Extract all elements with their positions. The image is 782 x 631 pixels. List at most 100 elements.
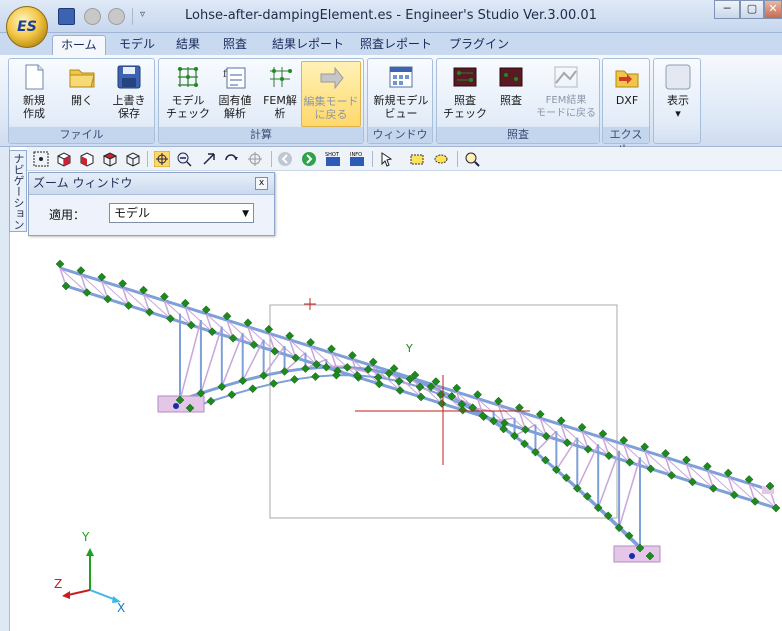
fit-all-icon[interactable] [33,151,49,167]
return-edit-icon [320,66,344,90]
navigation-tab[interactable]: ナビゲーション [9,150,27,232]
view-iso-cube-icon[interactable] [56,151,72,167]
view-front-cube-icon[interactable] [79,151,95,167]
model-check-label-1: モデル [171,94,205,107]
node-marker [61,281,71,291]
new-view-icon [389,66,413,88]
check-button[interactable]: 照査 [491,61,531,127]
zoom-corner-marker [304,298,316,310]
ribbon-group-display: 表示 ▾ [653,58,701,144]
select-box-icon[interactable] [409,151,425,167]
apply-label: 適用： [49,208,86,222]
fem-analysis-button[interactable]: FEM解 析 [259,61,301,127]
eigen-label-2: 解析 [224,107,246,120]
eigen-label-1: 固有値 [218,94,252,107]
save-label-2: 保存 [118,107,140,120]
quick-save-icon[interactable] [58,8,75,25]
screenshot-icon[interactable]: SHOT [325,151,341,167]
node-marker [238,376,248,386]
new-view-label-1: 新規モデル [373,94,429,107]
tab-check[interactable]: 照査 [215,35,255,55]
previous-view-icon[interactable] [277,151,293,167]
tab-result-report[interactable]: 結果レポート [264,35,352,55]
ribbon-group-export: DXF エクスポ… [602,58,650,157]
eigen-analysis-button[interactable]: f 固有値 解析 [213,61,257,127]
node-marker [55,259,65,269]
svg-text:INFO: INFO [350,152,362,158]
ribbon-group-check: 照査 チェック 照査 FEM結果 モードに戻る 照査 [436,58,600,144]
group-label-check: 照査 [437,127,599,143]
model-check-icon [178,67,198,87]
window-title: Lohse-after-dampingElement.es - Engineer… [185,8,597,23]
node-marker [269,379,278,388]
title-bar: ▿ Lohse-after-dampingElement.es - Engine… [0,0,782,33]
qat-divider [132,8,133,25]
select-lasso-icon[interactable] [433,151,449,167]
dxf-export-button[interactable]: DXF [605,61,649,127]
tab-plugin[interactable]: プラグイン [441,35,517,55]
x-axis-label: X [117,601,125,615]
toolbar-divider-4 [457,151,458,167]
pan-icon[interactable] [201,151,217,167]
fem-result-mode-button[interactable]: FEM結果 モードに戻る [535,61,597,127]
new-label-1: 新規 [23,94,45,107]
rotate-icon[interactable] [223,151,239,167]
diagonal-member [179,319,202,401]
display-arrow: ▾ [675,107,681,120]
open-label: 開く [71,94,93,107]
diagonal-member [618,457,641,528]
node-marker [290,375,299,384]
zoom-window-close-button[interactable]: x [255,177,268,190]
find-icon[interactable] [464,151,480,167]
dxf-export-icon [615,70,639,88]
origin-y-label: Y [405,342,413,355]
select-pointer-icon[interactable] [379,151,395,167]
toolbar-divider-2 [271,151,272,167]
minimize-button[interactable]: ─ [714,0,740,19]
view-top-cube-icon[interactable] [102,151,118,167]
zoom-window-icon[interactable] [154,151,170,167]
tab-result[interactable]: 結果 [168,35,208,55]
check-check-button[interactable]: 照査 チェック [441,61,489,127]
crosshair-icon[interactable] [247,151,263,167]
view-wire-cube-icon[interactable] [125,151,141,167]
return-to-edit-mode-button[interactable]: 編集モード に戻る [301,61,361,127]
maximize-button[interactable]: ▢ [740,0,764,19]
ribbon-group-window: 新規モデル ビュー ウィンドウ [367,58,433,144]
model-viewport[interactable]: Y Y X Z [28,172,782,631]
application-menu-button[interactable]: ES [6,6,48,48]
save-label-1: 上書き [112,94,146,107]
save-button[interactable]: 上書き 保存 [109,61,149,127]
fem-label-1: FEM解 [263,94,297,107]
x-axis-line [89,589,117,601]
tab-home[interactable]: ホーム [52,35,106,55]
qat-customize-icon[interactable]: ▿ [140,9,145,20]
info-icon[interactable]: INFO [349,151,365,167]
open-button[interactable]: 開く [63,61,101,127]
model-check-button[interactable]: モデル チェック [165,61,211,127]
chevron-down-icon: ▼ [242,209,249,219]
next-view-icon[interactable] [301,151,317,167]
group-label-window: ウィンドウ [368,127,432,143]
logo-text: ES [17,19,37,35]
apply-select[interactable]: モデル ▼ [109,203,254,223]
display-button[interactable]: 表示 ▾ [656,61,700,127]
new-button[interactable]: 新規 作成 [15,61,53,127]
svg-text:SHOT: SHOT [325,152,340,158]
undo-icon[interactable] [84,8,101,25]
zoom-window-title: ズーム ウィンドウ [29,173,274,195]
check-check-icon [453,67,477,87]
z-axis-arrow-icon [62,591,70,599]
display-icon [665,64,691,90]
zoom-out-icon[interactable] [176,151,192,167]
tab-model[interactable]: モデル [111,35,163,55]
close-button[interactable]: ✕ [764,0,782,19]
tab-check-report[interactable]: 照査レポート [352,35,440,55]
model-check-label-2: チェック [166,107,210,120]
new-label-2: 作成 [23,107,45,120]
toolbar-divider-3 [372,151,373,167]
open-folder-icon [69,69,95,88]
ribbon: 新規 作成 開く 上書き 保存 ファイル モデル チェック f 固有値 解析 F… [0,55,782,157]
redo-icon[interactable] [108,8,125,25]
new-model-view-button[interactable]: 新規モデル ビュー [370,61,432,127]
